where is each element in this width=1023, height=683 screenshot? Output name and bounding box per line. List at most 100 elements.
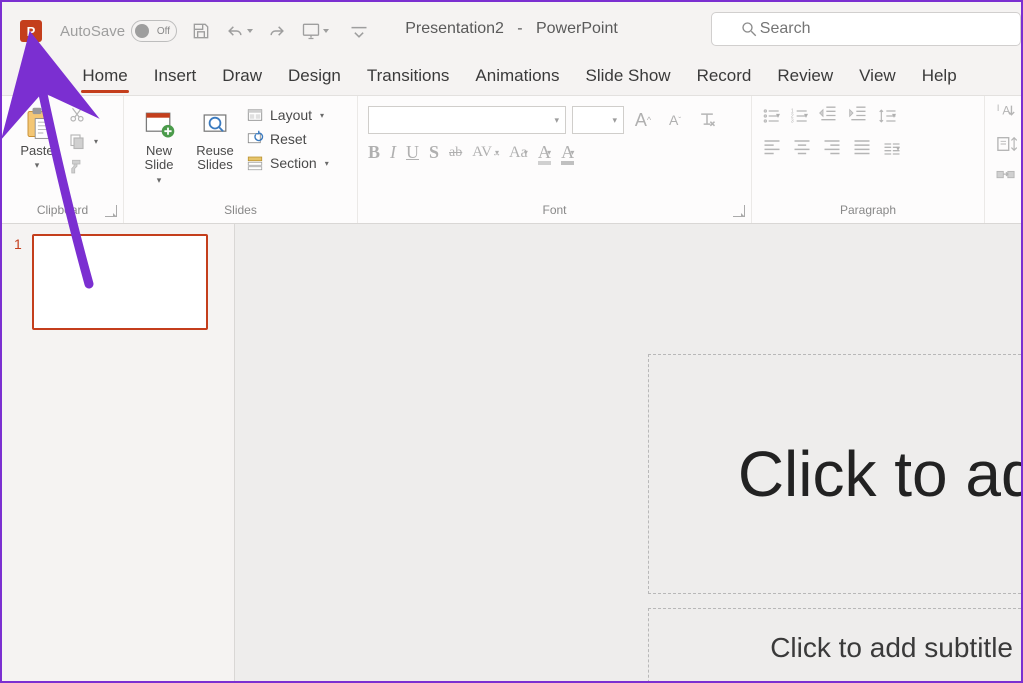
tab-home[interactable]: Home	[69, 60, 140, 95]
font-size-combo[interactable]: ▾	[572, 106, 624, 134]
group-clipboard: Paste ▾ ▾ Clipboard	[2, 96, 124, 223]
qat-overflow-icon[interactable]	[349, 21, 369, 41]
shadow-button[interactable]: S	[429, 142, 439, 163]
tab-transitions[interactable]: Transitions	[354, 60, 463, 95]
indent-icon	[848, 104, 868, 122]
dialog-launcher-icon[interactable]	[105, 205, 117, 217]
numbering-button[interactable]: 123▾	[790, 107, 808, 125]
search-box[interactable]	[711, 12, 1021, 46]
scissors-icon	[68, 106, 86, 124]
save-icon[interactable]	[191, 21, 211, 41]
reset-button[interactable]: Reset	[246, 130, 329, 148]
copy-button[interactable]: ▾	[68, 132, 98, 150]
change-case-button[interactable]: Aa ▾	[509, 144, 528, 162]
copy-icon	[68, 132, 86, 150]
increase-indent-button[interactable]	[848, 104, 868, 127]
group-paragraph: ▾ 123▾ ▾ ▾ Paragraph	[752, 96, 985, 223]
align-right-button[interactable]	[822, 137, 842, 160]
reuse-slides-button[interactable]: Reuse Slides	[190, 102, 240, 186]
align-center-button[interactable]	[792, 137, 812, 160]
undo-button[interactable]	[225, 21, 253, 41]
outdent-icon	[818, 104, 838, 122]
dialog-launcher-icon[interactable]	[733, 205, 745, 217]
paste-label: Paste	[20, 144, 53, 158]
slideshow-from-beginning-button[interactable]	[301, 21, 329, 41]
tab-record[interactable]: Record	[684, 60, 765, 95]
group-label-clipboard: Clipboard	[12, 203, 113, 221]
shrink-font-button[interactable]: Aˇ	[662, 107, 688, 133]
bold-button[interactable]: B	[368, 142, 380, 163]
layout-button[interactable]: Layout▾	[246, 106, 329, 124]
grow-font-button[interactable]: A^	[630, 107, 656, 133]
underline-button[interactable]: U	[406, 142, 419, 163]
layout-icon	[246, 106, 264, 124]
tab-help[interactable]: Help	[909, 60, 970, 95]
tab-animations[interactable]: Animations	[462, 60, 572, 95]
quick-access-toolbar	[191, 21, 369, 41]
document-name: Presentation2	[405, 20, 504, 37]
text-direction-button[interactable]: IA	[995, 102, 1017, 127]
paste-button[interactable]: Paste ▾	[12, 102, 62, 186]
section-button[interactable]: Section▾	[246, 154, 329, 172]
thumbnail-pane[interactable]: 1	[2, 224, 235, 681]
align-center-icon	[792, 137, 812, 155]
slide-thumbnail-1[interactable]	[32, 234, 208, 330]
bullets-button[interactable]: ▾	[762, 107, 780, 125]
convert-smartart-button[interactable]	[995, 166, 1017, 189]
new-slide-icon	[141, 106, 177, 142]
strikethrough-button[interactable]: ab	[449, 145, 462, 161]
tab-view[interactable]: View	[846, 60, 909, 95]
cut-button[interactable]	[68, 106, 98, 124]
autosave-toggle[interactable]: Off	[131, 20, 177, 42]
toggle-knob-icon	[135, 24, 149, 38]
group-label-font: Font	[368, 203, 741, 221]
clipboard-icon	[19, 106, 55, 142]
text-highlight-button[interactable]: A ▾	[538, 142, 551, 163]
group-label-slides: Slides	[134, 203, 347, 221]
format-painter-button[interactable]	[68, 158, 98, 176]
reset-label: Reset	[270, 131, 307, 147]
tab-design[interactable]: Design	[275, 60, 354, 95]
ribbon-panel-home: Paste ▾ ▾ Clipboard New Slide ▾ Reuse S	[2, 96, 1021, 224]
italic-button[interactable]: I	[390, 142, 396, 163]
subtitle-placeholder[interactable]: Click to add subtitle	[648, 608, 1021, 681]
autosave-label: AutoSave	[60, 23, 125, 40]
char-spacing-button[interactable]: AV↔▾	[472, 144, 499, 161]
columns-button[interactable]: ▾	[882, 140, 900, 158]
tab-review[interactable]: Review	[764, 60, 846, 95]
group-slides: New Slide ▾ Reuse Slides Layout▾ Reset S…	[124, 96, 358, 223]
tab-slideshow[interactable]: Slide Show	[573, 60, 684, 95]
tab-insert[interactable]: Insert	[141, 60, 210, 95]
subtitle-placeholder-text: Click to add subtitle	[770, 632, 1013, 664]
search-icon	[740, 20, 758, 38]
app-name-label: PowerPoint	[536, 20, 618, 37]
line-spacing-button[interactable]: ▾	[878, 107, 896, 125]
tab-draw[interactable]: Draw	[209, 60, 275, 95]
clear-formatting-button[interactable]	[694, 107, 720, 133]
title-separator: -	[508, 20, 531, 37]
search-input[interactable]	[760, 20, 1020, 38]
ribbon-tabstrip: File Home Insert Draw Design Transitions…	[2, 60, 1021, 96]
font-color-button[interactable]: A ▾	[561, 142, 574, 163]
align-left-icon	[762, 137, 782, 155]
new-slide-button[interactable]: New Slide ▾	[134, 102, 184, 186]
paintbrush-icon	[68, 158, 86, 176]
reuse-slides-icon	[197, 106, 233, 142]
document-title[interactable]: Presentation2 - PowerPoint	[391, 14, 632, 44]
decrease-indent-button[interactable]	[818, 104, 838, 127]
align-vertical-button[interactable]	[995, 135, 1017, 158]
svg-text:3: 3	[791, 118, 794, 124]
autosave-state: Off	[157, 26, 170, 37]
title-placeholder-text: Click to add	[738, 437, 1021, 511]
tab-file[interactable]: File	[16, 60, 69, 95]
redo-button[interactable]	[267, 21, 287, 41]
justify-button[interactable]	[852, 137, 872, 160]
font-name-combo[interactable]: ▾	[368, 106, 566, 134]
svg-text:I: I	[997, 103, 1000, 113]
thumbnail-row-1[interactable]: 1	[2, 234, 234, 330]
paragraph-extra-column: IA	[985, 96, 1021, 223]
title-placeholder[interactable]: Click to add	[648, 354, 1021, 594]
slide-editor-pane[interactable]: Click to add Click to add subtitle	[235, 224, 1021, 681]
chevron-down-icon: ▾	[35, 160, 40, 171]
align-left-button[interactable]	[762, 137, 782, 160]
